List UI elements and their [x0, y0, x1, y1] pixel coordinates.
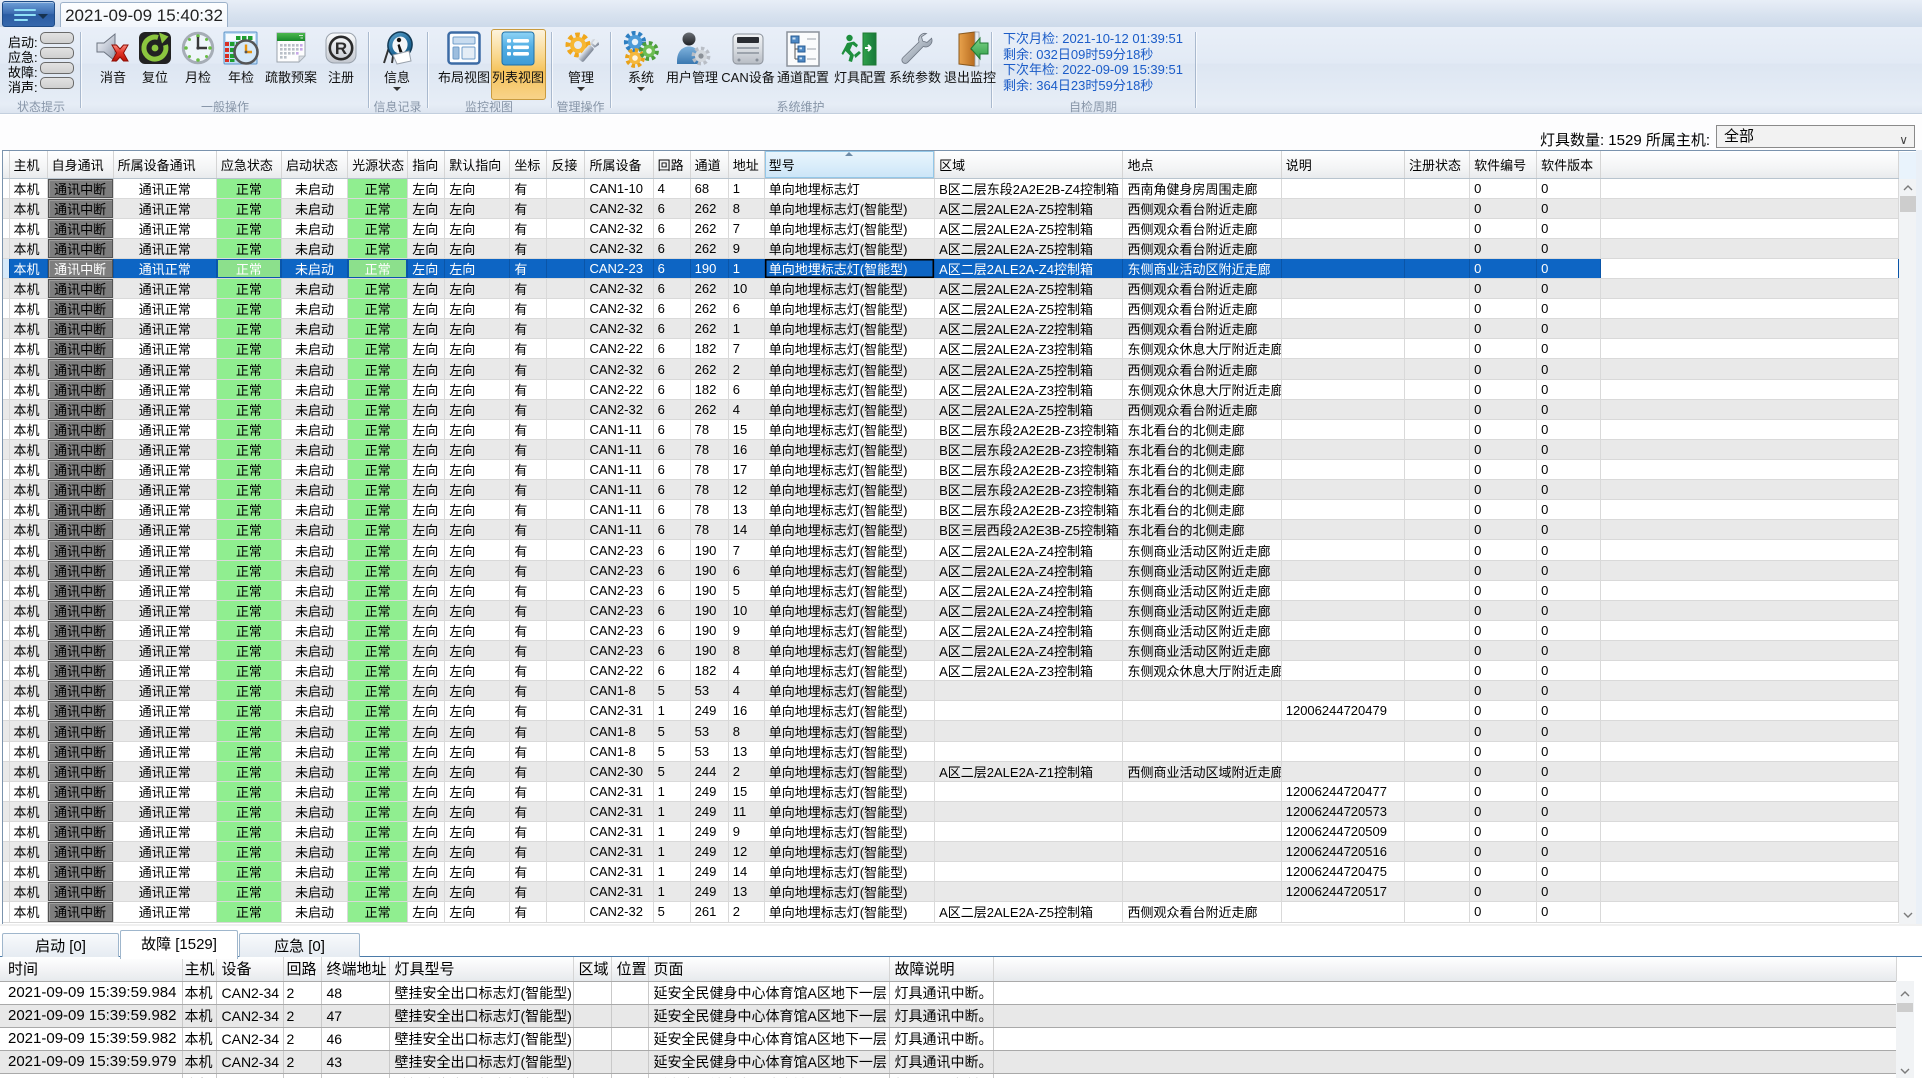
svg-text:R: R	[335, 39, 347, 58]
